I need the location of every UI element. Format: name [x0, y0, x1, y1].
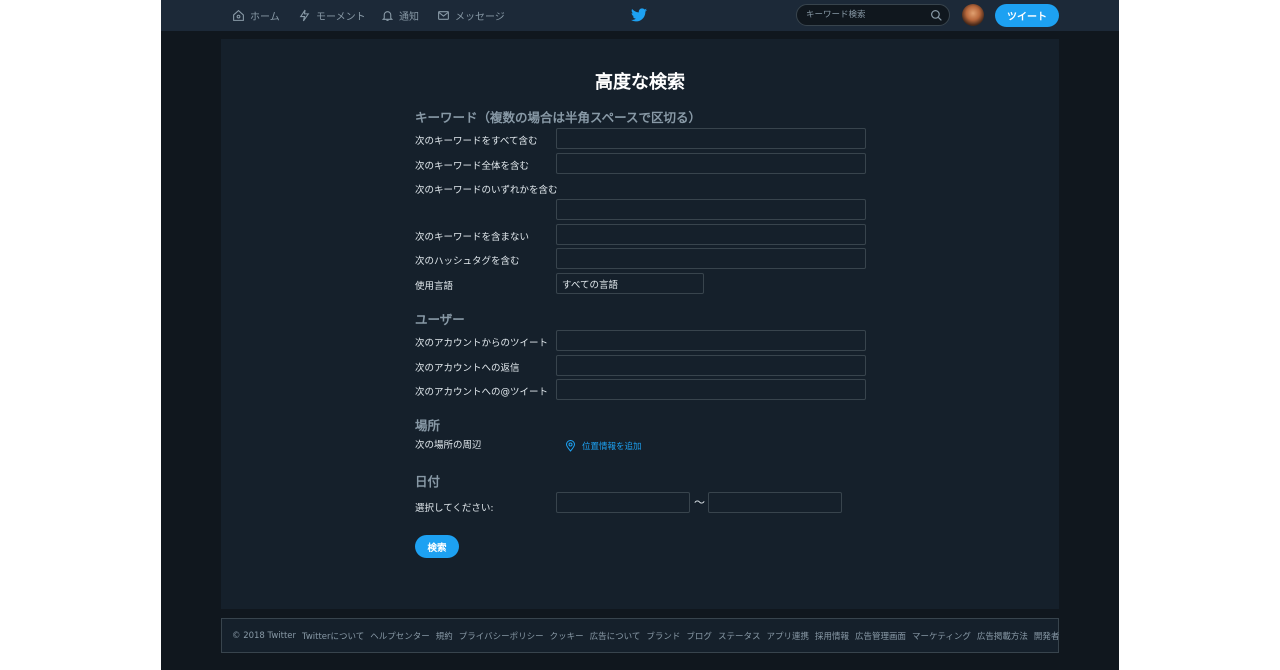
footer-link-marketing[interactable]: マーケティング — [912, 630, 971, 642]
nav-home[interactable]: ホーム — [232, 0, 280, 31]
from-accounts-input[interactable] — [556, 330, 866, 351]
footer-link-terms[interactable]: 規約 — [436, 630, 453, 642]
app-window: ホーム モーメント 通知 メッセージ ツイート 高度な検索 キーワード（複数の場… — [161, 0, 1119, 670]
nav-moments-label: モーメント — [316, 12, 366, 23]
section-title-keywords: キーワード（複数の場合は半角スペースで区切る） — [415, 110, 702, 125]
footer-link-help[interactable]: ヘルプセンター — [370, 630, 430, 642]
footer-link-privacy[interactable]: プライバシーポリシー — [459, 630, 544, 642]
to-accounts-input[interactable] — [556, 355, 866, 376]
footer-link-cookies[interactable]: クッキー — [550, 630, 584, 642]
location-pin-icon — [565, 440, 576, 452]
footer-link-about[interactable]: Twitterについて — [302, 630, 364, 642]
footer: © 2018 Twitter Twitterについて ヘルプセンター 規約 プラ… — [221, 618, 1059, 653]
mentioning-accounts-input[interactable] — [556, 379, 866, 400]
all-words-input[interactable] — [556, 128, 866, 149]
label-language: 使用言語 — [415, 281, 454, 292]
top-navigation: ホーム モーメント 通知 メッセージ ツイート — [161, 0, 1119, 31]
nav-messages[interactable]: メッセージ — [437, 0, 505, 31]
footer-link-status[interactable]: ステータス — [718, 630, 761, 642]
avatar[interactable] — [962, 4, 984, 26]
any-words-input[interactable] — [556, 199, 866, 220]
home-icon — [233, 9, 244, 21]
footer-link-ads-manager[interactable]: 広告管理画面 — [855, 630, 906, 642]
footer-link-brand[interactable]: ブランド — [646, 630, 680, 642]
label-none-words: 次のキーワードを含まない — [415, 232, 530, 243]
nav-notifications[interactable]: 通知 — [381, 0, 419, 31]
date-from-input[interactable] — [556, 492, 690, 513]
label-all-words: 次のキーワードをすべて含む — [415, 136, 538, 147]
tweet-button[interactable]: ツイート — [995, 4, 1059, 27]
section-title-places: 場所 — [415, 418, 441, 433]
label-to-accounts: 次のアカウントへの返信 — [415, 363, 520, 374]
bell-icon — [381, 11, 394, 21]
page-title: 高度な検索 — [595, 72, 685, 93]
footer-link-apps[interactable]: アプリ連携 — [766, 630, 809, 642]
language-select[interactable]: すべての言語 — [556, 273, 704, 294]
label-near-place: 次の場所の周辺 — [415, 440, 482, 451]
lightning-icon — [299, 9, 310, 22]
nav-moments[interactable]: モーメント — [298, 0, 366, 31]
footer-link-ads-info[interactable]: 広告について — [590, 630, 641, 642]
label-exact-phrase: 次のキーワード全体を含む — [415, 161, 530, 172]
exact-phrase-input[interactable] — [556, 153, 866, 174]
label-from-accounts: 次のアカウントからのツイート — [415, 338, 549, 349]
language-select-value: すべての言語 — [562, 279, 618, 291]
search-box[interactable] — [796, 4, 950, 26]
label-any-words: 次のキーワードのいずれかを含む — [415, 185, 558, 196]
section-title-dates: 日付 — [415, 474, 441, 489]
search-icon[interactable] — [930, 9, 943, 22]
label-mentioning-accounts: 次のアカウントへの@ツイート — [415, 387, 549, 398]
footer-link-developers[interactable]: 開発者 — [1034, 630, 1060, 642]
date-range-separator: 〜 — [694, 496, 705, 509]
search-submit-button[interactable]: 検索 — [415, 535, 459, 558]
section-title-users: ユーザー — [415, 312, 465, 327]
footer-copyright: © 2018 Twitter — [232, 630, 297, 641]
date-to-input[interactable] — [708, 492, 842, 513]
label-hashtags: 次のハッシュタグを含む — [415, 256, 520, 267]
nav-messages-label: メッセージ — [455, 12, 505, 23]
footer-link-jobs[interactable]: 採用情報 — [815, 630, 849, 642]
hashtags-input[interactable] — [556, 248, 866, 269]
twitter-bird-icon[interactable] — [631, 8, 647, 22]
nav-home-label: ホーム — [250, 12, 280, 23]
add-location-link[interactable]: 位置情報を追加 — [565, 440, 642, 452]
envelope-icon — [438, 11, 449, 20]
footer-link-blog[interactable]: ブログ — [686, 630, 712, 642]
footer-link-advertise[interactable]: 広告掲載方法 — [977, 630, 1028, 642]
none-words-input[interactable] — [556, 224, 866, 245]
search-input[interactable] — [806, 8, 924, 22]
nav-notifications-label: 通知 — [399, 12, 419, 23]
label-select-date: 選択してください: — [415, 503, 494, 514]
add-location-label: 位置情報を追加 — [582, 442, 642, 452]
